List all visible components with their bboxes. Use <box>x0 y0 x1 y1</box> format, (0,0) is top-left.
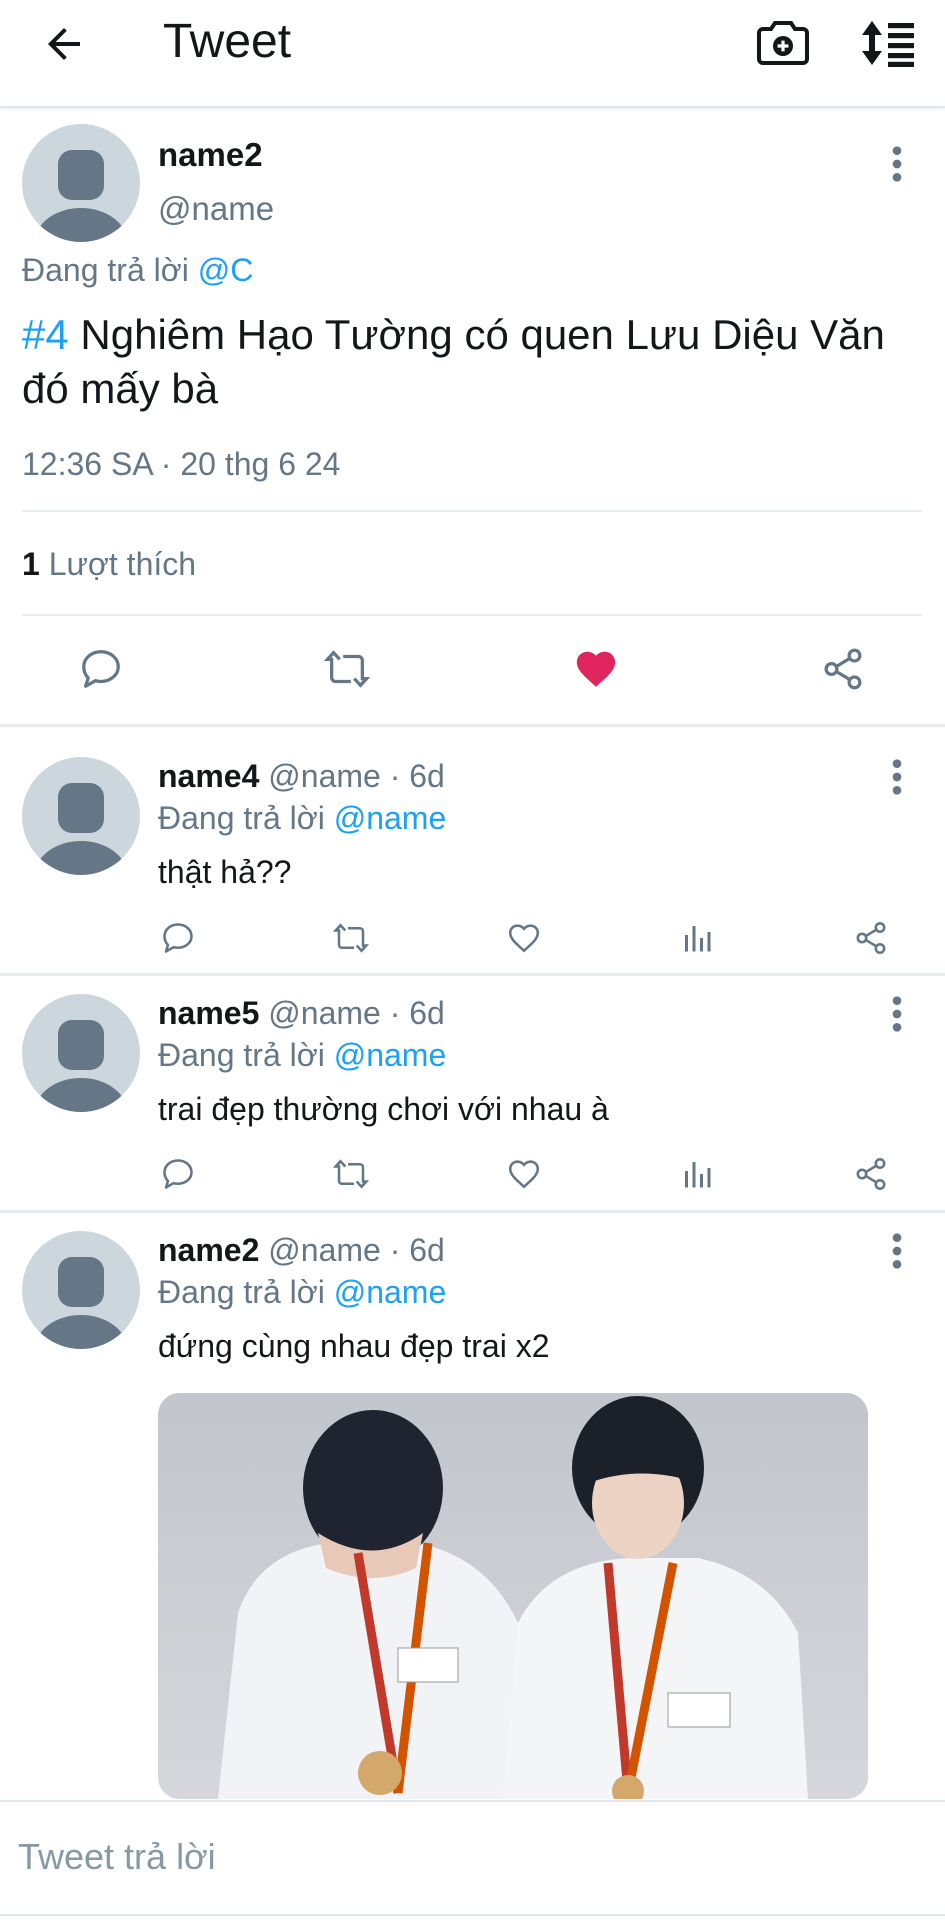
replying-to-label: Đang trả lời <box>158 1274 325 1310</box>
divider <box>0 1210 945 1213</box>
top-bar: Tweet <box>0 0 945 108</box>
replying-to: Đang trả lời @name <box>158 1274 446 1311</box>
likes-count[interactable]: 1 Lượt thích <box>22 546 196 583</box>
default-avatar-icon <box>35 1020 127 1112</box>
reply-header: name2 @name · 6d <box>158 1232 445 1269</box>
replying-to: Đang trả lời @name <box>158 800 446 837</box>
divider <box>22 510 922 512</box>
avatar[interactable] <box>22 994 140 1112</box>
avatar[interactable] <box>22 124 140 242</box>
replying-to-label: Đang trả lời <box>22 252 189 288</box>
share-icon[interactable] <box>853 920 889 956</box>
divider <box>0 973 945 976</box>
tweet-timestamp: 12:36 SA · 20 thg 6 24 <box>22 446 341 482</box>
divider <box>22 614 922 616</box>
reply-header: name5 @name · 6d <box>158 995 445 1032</box>
author-name[interactable]: name4 <box>158 758 259 794</box>
more-options-icon[interactable] <box>887 1231 907 1271</box>
author-name[interactable]: name5 <box>158 995 259 1031</box>
replying-to-link[interactable]: @name <box>334 800 447 836</box>
divider <box>0 724 945 727</box>
author-handle: @name <box>158 190 275 227</box>
reply-icon[interactable] <box>160 1156 196 1192</box>
author-meta: @name · 6d <box>268 995 445 1031</box>
photo-two-people <box>158 1393 868 1799</box>
default-avatar-icon <box>35 783 127 875</box>
like-outline-icon[interactable] <box>506 920 542 956</box>
like-outline-icon[interactable] <box>506 1156 542 1192</box>
reply-icon[interactable] <box>160 920 196 956</box>
tweet-body: thật hả?? <box>158 854 292 890</box>
replying-to-link[interactable]: @name <box>334 1037 447 1073</box>
reply-icon[interactable] <box>78 646 124 692</box>
analytics-icon[interactable] <box>679 920 715 956</box>
avatar[interactable] <box>22 1231 140 1349</box>
retweet-icon[interactable] <box>333 920 369 956</box>
sort-icon[interactable] <box>860 18 916 68</box>
replying-to: Đang trả lời @name <box>158 1037 446 1074</box>
author-meta: @name · 6d <box>268 758 445 794</box>
like-icon[interactable] <box>573 646 619 692</box>
tweet-body: đứng cùng nhau đẹp trai x2 <box>158 1328 550 1364</box>
default-avatar-icon <box>35 150 127 242</box>
more-options-icon[interactable] <box>887 144 907 184</box>
camera-icon[interactable] <box>757 18 809 68</box>
composer-underline <box>0 1914 945 1916</box>
reply-input[interactable]: Tweet trả lời <box>18 1836 216 1878</box>
replying-to-label: Đang trả lời <box>158 800 325 836</box>
avatar[interactable] <box>22 757 140 875</box>
retweet-icon[interactable] <box>324 646 370 692</box>
replying-to-label: Đang trả lời <box>158 1037 325 1073</box>
more-options-icon[interactable] <box>887 757 907 797</box>
page-title: Tweet <box>163 15 292 68</box>
more-options-icon[interactable] <box>887 994 907 1034</box>
likes-label: Lượt thích <box>48 546 197 582</box>
replying-to: Đang trả lời @C <box>22 252 253 289</box>
reply-composer: Tweet trả lời <box>0 1800 945 1922</box>
reply-header: name4 @name · 6d <box>158 758 445 795</box>
default-avatar-icon <box>35 1257 127 1349</box>
replying-to-link[interactable]: @C <box>198 252 254 288</box>
retweet-icon[interactable] <box>333 1156 369 1192</box>
tweet-text: #4 Nghiêm Hạo Tường có quen Lưu Diệu Văn… <box>22 308 932 416</box>
tweet-photo[interactable] <box>158 1393 868 1799</box>
share-icon[interactable] <box>820 646 866 692</box>
author-meta: @name · 6d <box>268 1232 445 1268</box>
author-name[interactable]: name2 <box>158 1232 259 1268</box>
tweet-body: trai đẹp thường chơi với nhau à <box>158 1091 609 1127</box>
likes-number: 1 <box>22 546 40 582</box>
hashtag-link[interactable]: #4 <box>22 311 69 358</box>
tweet-body: Nghiêm Hạo Tường có quen Lưu Diệu Văn đó… <box>22 311 885 412</box>
analytics-icon[interactable] <box>679 1156 715 1192</box>
replying-to-link[interactable]: @name <box>334 1274 447 1310</box>
author-name[interactable]: name2 <box>158 136 263 174</box>
arrow-left-icon[interactable] <box>40 20 88 68</box>
share-icon[interactable] <box>853 1156 889 1192</box>
